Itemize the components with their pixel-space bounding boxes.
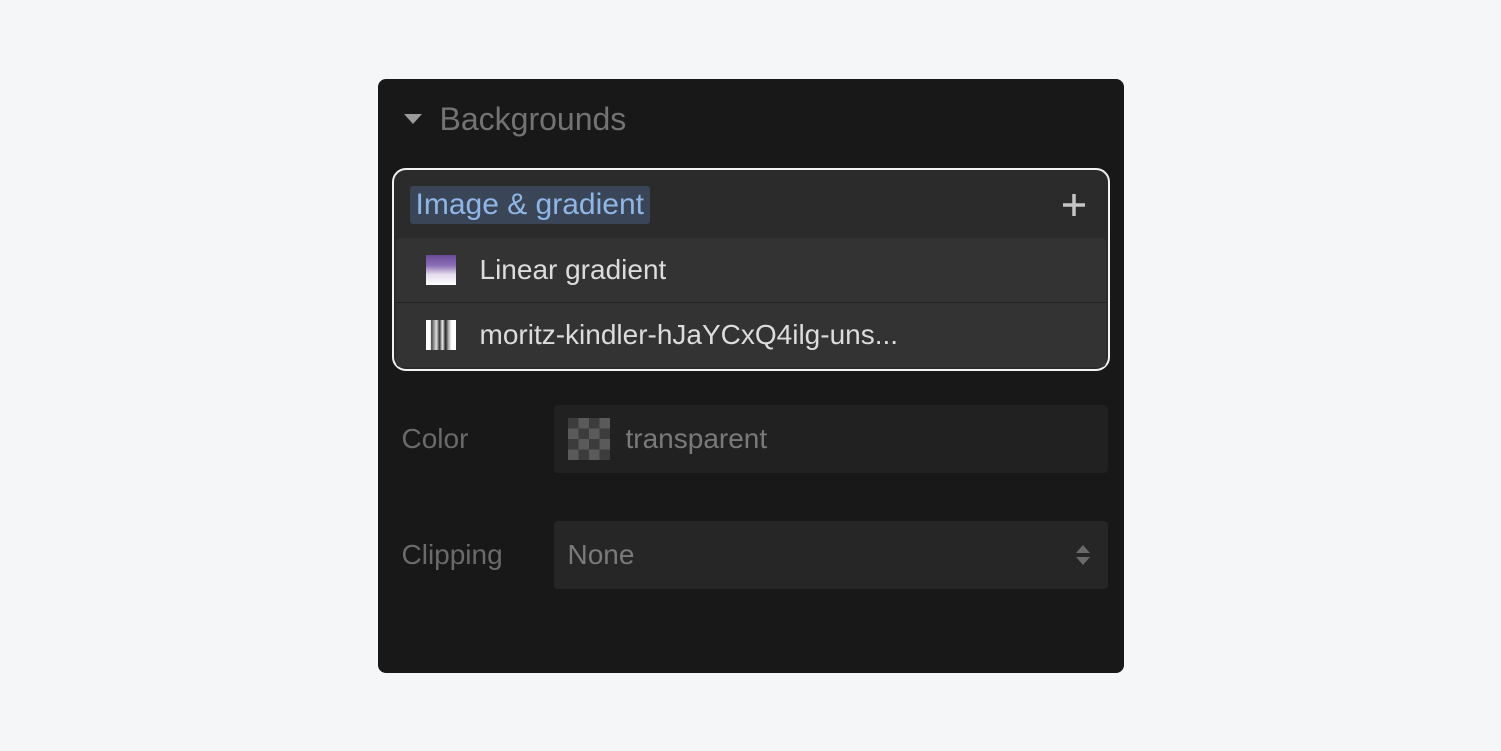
clipping-row: Clipping None xyxy=(378,507,1124,603)
layer-label: moritz-kindler-hJaYCxQ4ilg-uns... xyxy=(480,319,899,351)
layer-list: Linear gradient moritz-kindler-hJaYCxQ4i… xyxy=(396,238,1106,367)
chevron-down-icon xyxy=(404,114,422,124)
layer-label: Linear gradient xyxy=(480,254,667,286)
subsection-header: Image & gradient xyxy=(396,172,1106,238)
layer-item-gradient[interactable]: Linear gradient xyxy=(396,238,1106,303)
gradient-swatch-icon xyxy=(426,255,456,285)
section-header[interactable]: Backgrounds xyxy=(378,79,1124,158)
add-layer-button[interactable] xyxy=(1060,191,1088,219)
transparent-swatch-icon xyxy=(568,418,610,460)
clipping-value-text: None xyxy=(568,539,635,571)
clipping-select[interactable]: None xyxy=(554,521,1108,589)
clipping-label: Clipping xyxy=(394,539,554,571)
color-row: Color transparent xyxy=(378,391,1124,487)
image-swatch-icon xyxy=(426,320,456,350)
color-value-input[interactable]: transparent xyxy=(554,405,1108,473)
backgrounds-panel: Backgrounds Image & gradient Linear grad… xyxy=(378,79,1124,673)
section-title: Backgrounds xyxy=(440,101,627,138)
color-label: Color xyxy=(394,423,554,455)
image-gradient-box: Image & gradient Linear gradient moritz-… xyxy=(392,168,1110,371)
select-arrows-icon xyxy=(1076,545,1090,565)
layer-item-image[interactable]: moritz-kindler-hJaYCxQ4ilg-uns... xyxy=(396,303,1106,367)
subsection-title: Image & gradient xyxy=(410,186,650,224)
color-value-text: transparent xyxy=(626,423,768,455)
